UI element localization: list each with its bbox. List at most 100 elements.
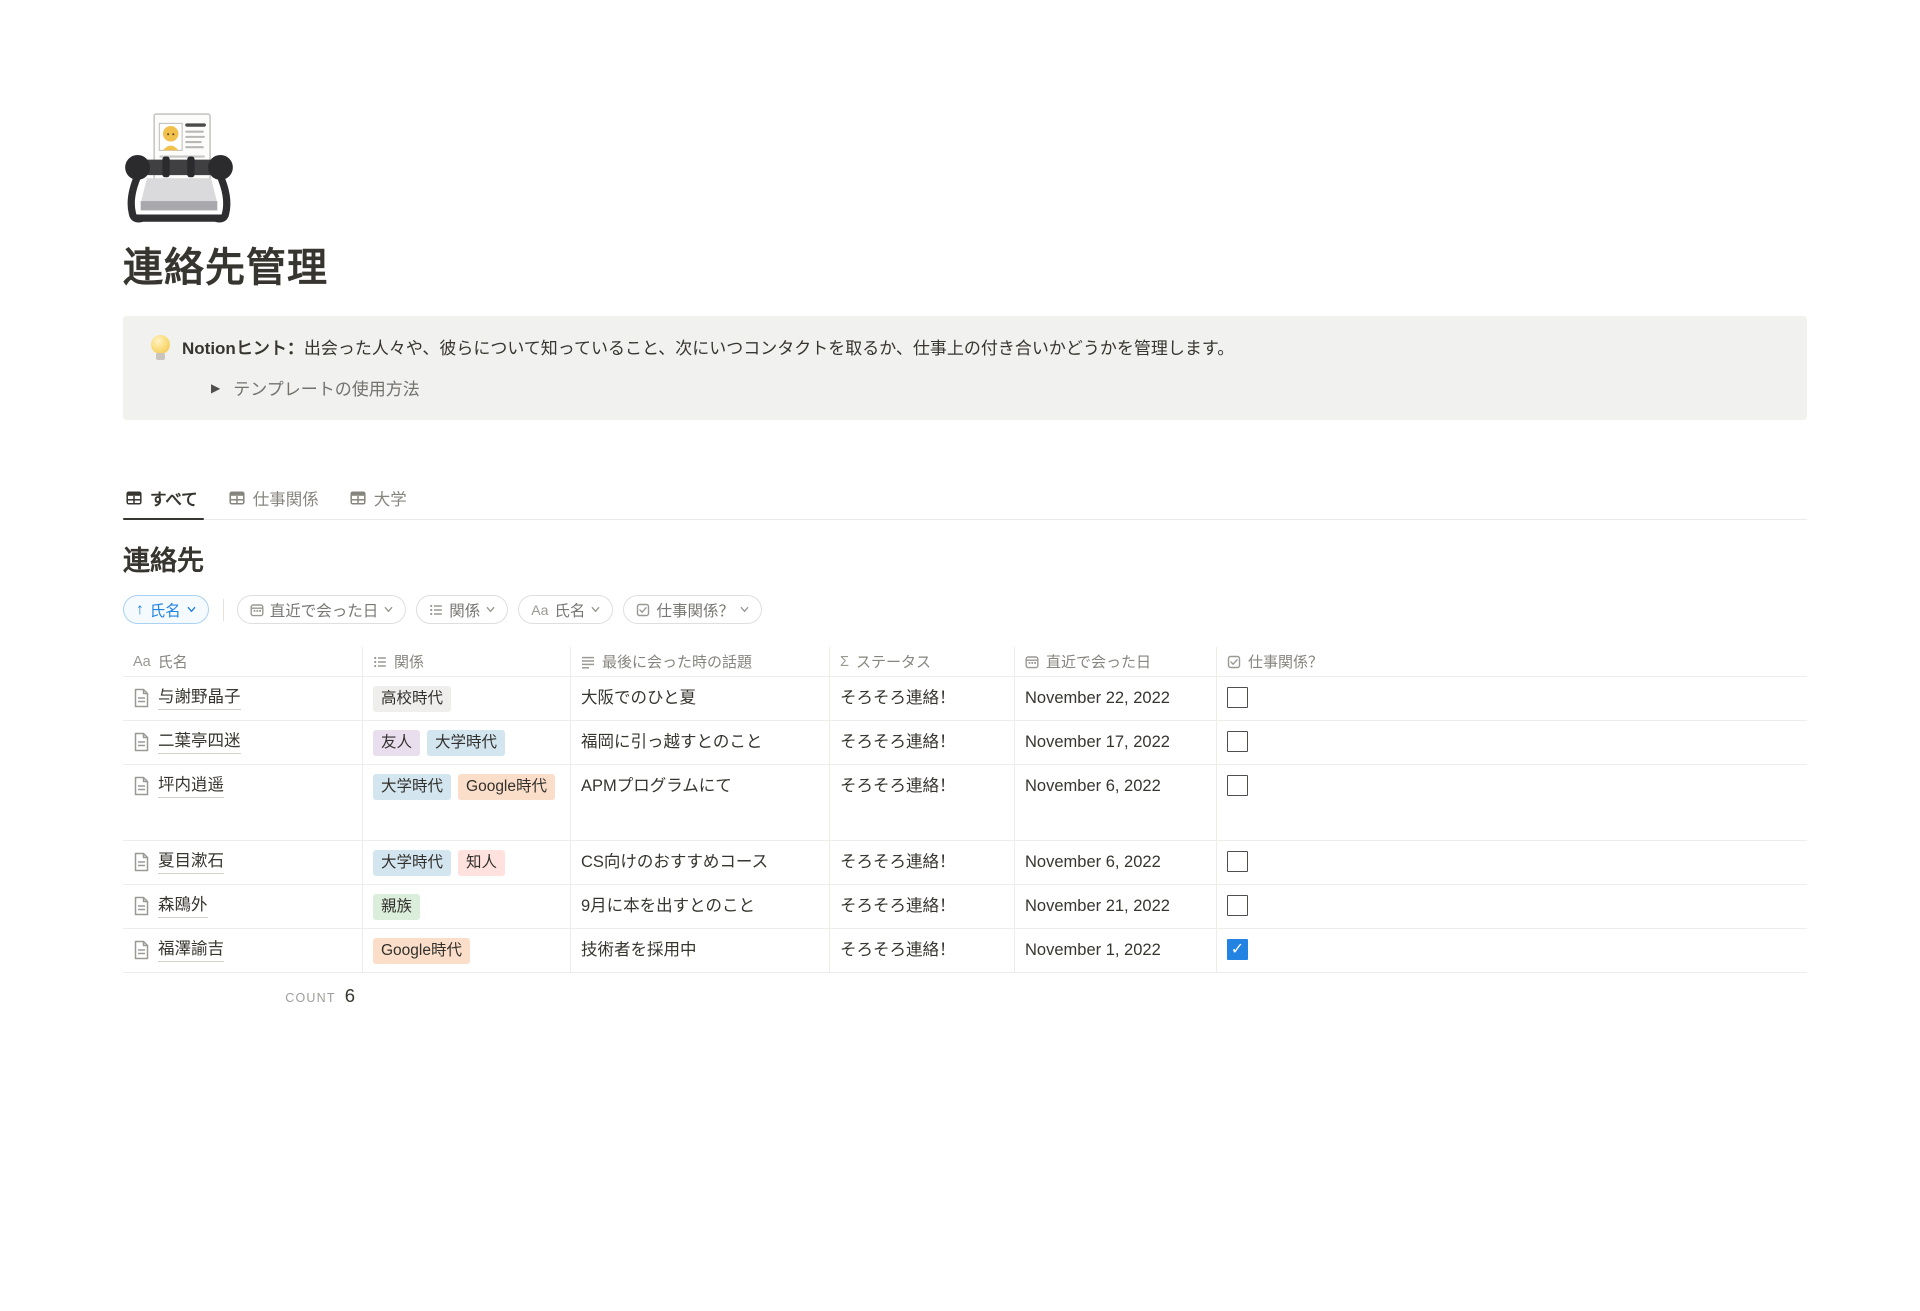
topic-cell[interactable]: 技術者を採用中 [571,929,830,972]
page-icon [133,896,150,916]
count-label: COUNT [285,991,335,1005]
status-cell[interactable]: そろそろ連絡！ [830,765,1015,840]
page-icon [133,940,150,960]
name-cell[interactable]: 夏目漱石 [123,841,363,884]
calendar-icon [250,603,264,617]
filter-chip-work-relation[interactable]: 仕事関係？ [623,595,762,624]
page-icon [133,776,150,796]
callout-text: Notionヒント：出会った人々や、彼らについて知っていること、次にいつコンタク… [182,336,1234,362]
contact-name[interactable]: 与謝野晶子 [158,686,241,710]
sort-chip-name[interactable]: ↑ 氏名 [123,595,209,624]
status-cell[interactable]: そろそろ連絡！ [830,677,1015,720]
topic-cell[interactable]: APMプログラムにて [571,765,830,840]
work-checkbox[interactable] [1227,775,1248,796]
column-label: 仕事関係？ [1248,651,1323,672]
page-icon [133,732,150,752]
page-icon-rolodex[interactable] [123,112,235,228]
topic-cell[interactable]: 大阪でのひと夏 [571,677,830,720]
contact-name[interactable]: 二葉亭四迷 [158,730,241,754]
topic-cell[interactable]: 福岡に引っ越すとのこと [571,721,830,764]
filter-bar: ↑ 氏名 直近で会った日 関係 Aa 氏名 仕事関係？ [123,595,1807,624]
chip-divider [223,599,224,621]
date-cell[interactable]: November 17, 2022 [1015,721,1217,764]
tab-all[interactable]: すべて [123,486,204,519]
sort-chip-label: 氏名 [150,599,181,621]
table-row: 福澤諭吉 Google時代 技術者を採用中 そろそろ連絡！ November 1… [123,929,1807,973]
status-cell[interactable]: そろそろ連絡！ [830,841,1015,884]
page-title[interactable]: 連絡先管理 [123,244,1807,292]
table-view-icon [126,490,142,506]
filter-chip-label: 関係 [449,599,480,621]
name-cell[interactable]: 二葉亭四迷 [123,721,363,764]
relation-tag: Google時代 [373,938,470,964]
name-cell[interactable]: 福澤諭吉 [123,929,363,972]
tab-work[interactable]: 仕事関係 [226,486,325,519]
relation-tag: 大学時代 [373,774,451,800]
contact-name[interactable]: 福澤諭吉 [158,938,224,962]
column-label: 氏名 [158,651,188,672]
filter-chip-relation[interactable]: 関係 [416,595,508,624]
contact-name[interactable]: 森鴎外 [158,894,208,918]
table-view-icon [350,490,366,506]
bulleted-list-icon [429,603,443,617]
contact-name[interactable]: 坪内逍遥 [158,774,224,798]
lightbulb-icon [148,335,174,361]
column-label: 直近で会った日 [1046,651,1151,672]
relation-cell[interactable]: Google時代 [363,929,571,972]
work-cell [1217,841,1807,884]
toggle-label: テンプレートの使用方法 [233,375,420,400]
filter-chip-last-met[interactable]: 直近で会った日 [237,595,407,624]
filter-chip-name[interactable]: Aa 氏名 [518,595,613,624]
column-header-work-relation[interactable]: 仕事関係？ [1217,647,1807,676]
relation-tag: 友人 [373,730,420,756]
relation-cell[interactable]: 高校時代 [363,677,571,720]
date-cell[interactable]: November 1, 2022 [1015,929,1217,972]
work-cell [1217,885,1807,928]
topic-cell[interactable]: CS向けのおすすめコース [571,841,830,884]
name-cell[interactable]: 森鴎外 [123,885,363,928]
view-tabs: すべて 仕事関係 大学 [123,486,1807,520]
column-header-status[interactable]: Σ ステータス [830,647,1015,676]
status-cell[interactable]: そろそろ連絡！ [830,721,1015,764]
column-header-relation[interactable]: 関係 [363,647,571,676]
text-type-icon: Aa [133,654,151,670]
column-header-name[interactable]: Aa 氏名 [123,647,363,676]
topic-cell[interactable]: 9月に本を出すとのこと [571,885,830,928]
name-cell[interactable]: 坪内逍遥 [123,765,363,840]
count-calculation[interactable]: COUNT 6 [123,973,363,1007]
bulleted-list-icon [373,655,387,669]
work-checkbox[interactable] [1227,895,1248,916]
tab-label: すべて [150,486,198,510]
status-cell[interactable]: そろそろ連絡！ [830,885,1015,928]
callout-body: 出会った人々や、彼らについて知っていること、次にいつコンタクトを取るか、仕事上の… [304,339,1234,358]
tab-university[interactable]: 大学 [347,486,413,519]
work-cell [1217,677,1807,720]
date-cell[interactable]: November 21, 2022 [1015,885,1217,928]
column-header-topic[interactable]: 最後に会った時の話題 [571,647,830,676]
work-checkbox[interactable] [1227,687,1248,708]
template-usage-toggle[interactable]: ▶ テンプレートの使用方法 [211,375,1783,400]
table-row: 森鴎外 親族 9月に本を出すとのこと そろそろ連絡！ November 21, … [123,885,1807,929]
table-view-icon [229,490,245,506]
filter-chip-label: 仕事関係？ [656,599,734,621]
work-checkbox[interactable] [1227,939,1248,960]
date-cell[interactable]: November 6, 2022 [1015,765,1217,840]
name-cell[interactable]: 与謝野晶子 [123,677,363,720]
date-cell[interactable]: November 6, 2022 [1015,841,1217,884]
relation-cell[interactable]: 親族 [363,885,571,928]
text-type-icon: Aa [531,602,548,618]
relation-cell[interactable]: 大学時代 知人 [363,841,571,884]
contact-name[interactable]: 夏目漱石 [158,850,224,874]
column-header-last-met[interactable]: 直近で会った日 [1015,647,1217,676]
work-checkbox[interactable] [1227,851,1248,872]
work-checkbox[interactable] [1227,731,1248,752]
relation-tag: 親族 [373,894,420,920]
table-row: 二葉亭四迷 友人 大学時代 福岡に引っ越すとのこと そろそろ連絡！ Novemb… [123,721,1807,765]
relation-cell[interactable]: 友人 大学時代 [363,721,571,764]
chevron-down-icon [740,605,749,614]
work-cell [1217,765,1807,840]
sort-arrow-icon: ↑ [136,601,144,619]
relation-cell[interactable]: 大学時代 Google時代 [363,765,571,840]
date-cell[interactable]: November 22, 2022 [1015,677,1217,720]
status-cell[interactable]: そろそろ連絡！ [830,929,1015,972]
